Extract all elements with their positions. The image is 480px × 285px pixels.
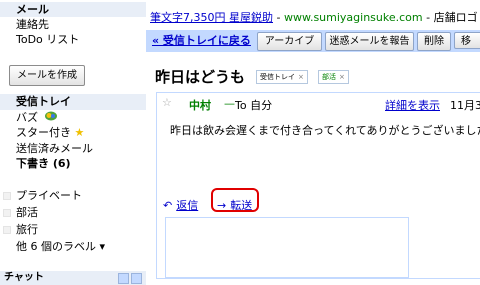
sidebar-item-starred[interactable]: スター付き ★ bbox=[0, 125, 146, 141]
ad-separator: - bbox=[273, 11, 284, 24]
ad-text: - 店舗ロゴ・商 bbox=[426, 11, 480, 24]
label-name: プライベート bbox=[16, 189, 82, 202]
highlight-circle bbox=[211, 188, 259, 212]
nav-todo[interactable]: ToDo リスト bbox=[16, 32, 146, 47]
sender-dash: — bbox=[224, 97, 235, 110]
sidebar-item-label: バズ bbox=[16, 110, 38, 124]
tag-label: 受信トレイ bbox=[260, 73, 295, 81]
nav-contacts[interactable]: 連絡先 bbox=[16, 17, 146, 32]
sidebar-item-inbox[interactable]: 受信トレイ bbox=[0, 94, 146, 110]
label-swatch bbox=[3, 209, 11, 217]
nav-mail[interactable]: メール bbox=[0, 2, 146, 17]
archive-button[interactable]: アーカイブ bbox=[257, 32, 322, 51]
compose-button[interactable]: メールを作成 bbox=[9, 65, 85, 86]
remove-label-icon[interactable]: × bbox=[339, 73, 345, 81]
label-name: 部活 bbox=[16, 206, 38, 219]
sidebar-item-buzz[interactable]: バズ bbox=[0, 110, 146, 126]
sidebar-item-label: スター付き bbox=[16, 126, 71, 139]
message-toolbar: « 受信トレイに戻る アーカイブ 迷惑メールを報告 削除 移 bbox=[146, 30, 480, 52]
show-details-link[interactable]: 詳細を表示 bbox=[385, 97, 440, 113]
sender-name[interactable]: 中村 bbox=[189, 97, 211, 113]
label-tag-club: 部活 × bbox=[318, 70, 349, 84]
recipient: To 自分 bbox=[235, 99, 273, 112]
message-subject: 昨日はどうも bbox=[155, 68, 246, 86]
sponsored-ad: 筆文字7,350円 星屋鋭助 - www.sumiyaginsuke.com -… bbox=[150, 9, 480, 25]
sidebar-item-label: 送信済みメール bbox=[16, 141, 93, 155]
quick-reply-box[interactable] bbox=[165, 217, 409, 278]
sidebar-item-label: 下書き (6) bbox=[16, 157, 71, 170]
star-icon: ★ bbox=[74, 126, 85, 139]
more-labels-link[interactable]: 他 6 個のラベル ▾ bbox=[0, 238, 146, 255]
sidebar: メール 連絡先 ToDo リスト メールを作成 受信トレイ バズ スター付き ★… bbox=[0, 0, 146, 285]
label-list: プライベート 部活 旅行 他 6 個のラベル ▾ bbox=[0, 187, 146, 255]
label-name: 旅行 bbox=[16, 223, 38, 236]
message-actions: ↶ 返信 → 転送 bbox=[157, 188, 480, 214]
ad-url[interactable]: www.sumiyaginsuke.com bbox=[284, 11, 423, 24]
reply-link[interactable]: ↶ 返信 bbox=[163, 197, 198, 213]
reply-icon: ↶ bbox=[163, 199, 173, 212]
label-item-travel[interactable]: 旅行 bbox=[0, 221, 146, 238]
app-switcher: メール 連絡先 ToDo リスト bbox=[0, 2, 146, 47]
minimize-icon[interactable] bbox=[118, 273, 129, 284]
star-icon[interactable]: ☆ bbox=[162, 96, 172, 109]
message-card: ☆ 中村 — To 自分 詳細を表示 11月30日 昨日は飲み会遅くまで付き合っ… bbox=[156, 92, 480, 279]
label-item-private[interactable]: プライベート bbox=[0, 187, 146, 204]
subject-row: 昨日はどうも 受信トレイ × 部活 × bbox=[146, 52, 480, 92]
message-header: ☆ 中村 — To 自分 詳細を表示 11月30日 bbox=[157, 93, 480, 113]
remove-label-icon[interactable]: × bbox=[298, 73, 304, 81]
label-swatch bbox=[3, 226, 11, 234]
label-tag-inbox: 受信トレイ × bbox=[256, 70, 308, 84]
label-name: 他 6 個のラベル ▾ bbox=[16, 240, 106, 253]
delete-button[interactable]: 削除 bbox=[417, 32, 451, 51]
move-button[interactable]: 移 bbox=[454, 32, 480, 49]
label-item-club[interactable]: 部活 bbox=[0, 204, 146, 221]
message-date: 11月30日 bbox=[450, 99, 480, 112]
report-spam-button[interactable]: 迷惑メールを報告 bbox=[325, 32, 414, 51]
chat-title: チャット bbox=[4, 272, 44, 283]
main-pane: 筆文字7,350円 星屋鋭助 - www.sumiyaginsuke.com -… bbox=[146, 0, 480, 283]
reply-label: 返信 bbox=[176, 199, 199, 212]
expand-icon[interactable] bbox=[131, 273, 142, 284]
back-to-inbox-link[interactable]: « 受信トレイに戻る bbox=[152, 33, 251, 48]
message-body: 昨日は飲み会遅くまで付き合ってくれてありがとうございました。 bbox=[170, 124, 480, 137]
buzz-icon bbox=[44, 111, 57, 120]
label-swatch bbox=[3, 192, 11, 200]
sidebar-item-label: 受信トレイ bbox=[16, 95, 71, 108]
sidebar-item-drafts[interactable]: 下書き (6) bbox=[0, 156, 146, 172]
sidebar-item-sent[interactable]: 送信済みメール bbox=[0, 141, 146, 157]
folder-nav: 受信トレイ バズ スター付き ★ 送信済みメール 下書き (6) bbox=[0, 94, 146, 172]
tag-label: 部活 bbox=[322, 73, 336, 81]
ad-link[interactable]: 筆文字7,350円 星屋鋭助 bbox=[150, 11, 273, 24]
